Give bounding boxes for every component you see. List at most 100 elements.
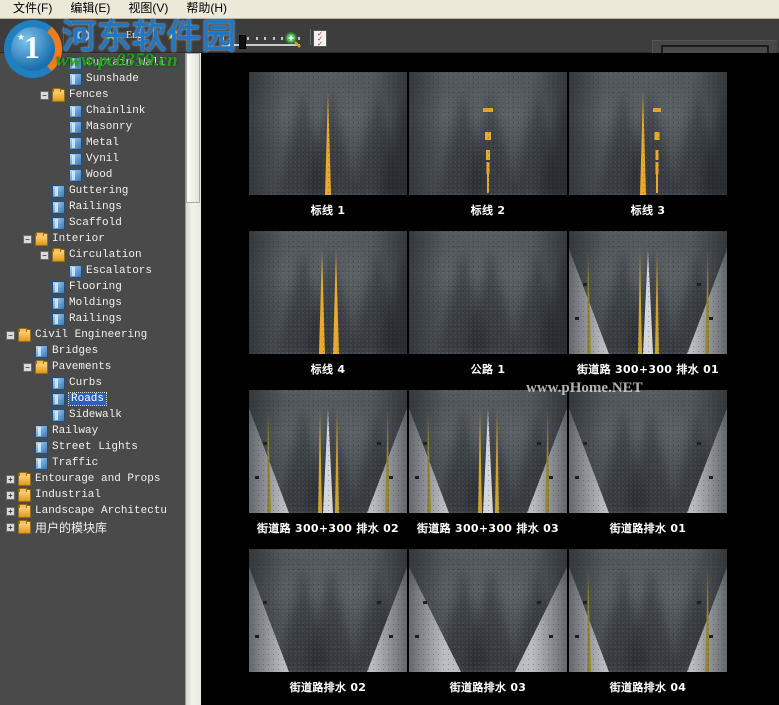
file-icon xyxy=(35,425,48,438)
expand-icon[interactable]: + xyxy=(6,491,15,500)
tree-item-chainlink[interactable]: Chainlink xyxy=(0,103,185,119)
magnifier-plus-icon[interactable] xyxy=(283,31,303,49)
toolbar-separator-3 xyxy=(310,29,311,45)
folder-icon xyxy=(18,473,31,486)
tree-item-scaffold[interactable]: Scaffold xyxy=(0,215,185,231)
content-scrollbar-thumb[interactable] xyxy=(186,53,200,203)
expand-icon[interactable]: + xyxy=(6,523,15,532)
tree-item-vynil[interactable]: Vynil xyxy=(0,151,185,167)
tree-item-label: Railings xyxy=(69,313,126,325)
menu-edit[interactable]: 编辑(E) xyxy=(61,0,119,18)
thumbnail-image-street-median-yellow-edges[interactable] xyxy=(569,231,727,354)
tree-item-traffic[interactable]: Traffic xyxy=(0,455,185,471)
file-icon xyxy=(52,313,65,326)
thumbnail-cell[interactable]: 标线 4 xyxy=(248,231,408,390)
thumbnail-cell[interactable]: 街道路 300+300 排水 03 xyxy=(408,390,568,549)
menu-file[interactable]: 文件(F) xyxy=(4,0,61,18)
thumbnail-image-road-plain[interactable] xyxy=(409,231,567,354)
thumbnail-cell[interactable]: 街道路排水 04 xyxy=(568,549,728,705)
file-icon xyxy=(52,185,65,198)
tree-item-roads[interactable]: Roads xyxy=(0,391,185,407)
thumbnail-label: 街道路排水 04 xyxy=(610,679,687,695)
checklist-icon[interactable]: ✓✓✓ xyxy=(313,30,327,47)
thumbnail-image-street-plain-curbs[interactable] xyxy=(569,390,727,513)
thumbnail-image-street-plain-curbs-wide[interactable] xyxy=(409,549,567,672)
thumbnail-image-road-solid-center[interactable] xyxy=(249,72,407,195)
collapse-icon[interactable]: − xyxy=(23,235,32,244)
thumbnail-label: 街道路排水 02 xyxy=(290,679,367,695)
tree-item-bridges[interactable]: Bridges xyxy=(0,343,185,359)
tree-item-pavements[interactable]: −Pavements xyxy=(0,359,185,375)
file-icon xyxy=(35,441,48,454)
thumbnail-cell[interactable]: 街道路排水 02 xyxy=(248,549,408,705)
tree-item-masonry[interactable]: Masonry xyxy=(0,119,185,135)
file-icon xyxy=(69,153,82,166)
slider-knob[interactable] xyxy=(239,35,246,49)
collapse-icon[interactable]: − xyxy=(23,363,32,372)
tree-item-label: Flooring xyxy=(69,281,126,293)
tree-item-label: Wood xyxy=(86,169,116,181)
thumbnail-label: 标线 2 xyxy=(471,202,506,218)
library-tree[interactable]: Curtain WallSunshade−FencesChainlinkMaso… xyxy=(0,53,185,705)
tree-item-circulation[interactable]: −Circulation xyxy=(0,247,185,263)
collapse-icon[interactable]: − xyxy=(40,251,49,260)
menu-help[interactable]: 帮助(H) xyxy=(177,0,236,18)
settings-icon[interactable] xyxy=(99,24,121,46)
expand-icon[interactable]: + xyxy=(6,475,15,484)
tree-item-sunshade[interactable]: Sunshade xyxy=(0,71,185,87)
tree-item-wood[interactable]: Wood xyxy=(0,167,185,183)
pencil-icon[interactable] xyxy=(162,24,184,46)
thumbnail-image-street-median-yellow-edges[interactable] xyxy=(249,390,407,513)
file-icon xyxy=(69,105,82,118)
thumbnail-image-street-median-yellow-edges[interactable] xyxy=(409,390,567,513)
thumbnail-cell[interactable]: 公路 1 xyxy=(408,231,568,390)
file-icon xyxy=(35,457,48,470)
tree-item-moldings[interactable]: Moldings xyxy=(0,295,185,311)
tree-item-interior[interactable]: −Interior xyxy=(0,231,185,247)
tree-item-label: Landscape Architectu xyxy=(35,505,171,517)
tree-item-civil-engineering[interactable]: −Civil Engineering xyxy=(0,327,185,343)
thumbnail-cell[interactable]: 标线 1 xyxy=(248,72,408,231)
thumbnail-cell[interactable]: 标线 2 xyxy=(408,72,568,231)
open-folder-icon[interactable] xyxy=(33,24,55,46)
tree-item-guttering[interactable]: Guttering xyxy=(0,183,185,199)
thumbnail-cell[interactable]: 标线 3 xyxy=(568,72,728,231)
thumbnail-cell[interactable]: 街道路 300+300 排水 01 xyxy=(568,231,728,390)
tree-item-street-lights[interactable]: Street Lights xyxy=(0,439,185,455)
tree-item-industrial[interactable]: + Industrial xyxy=(0,487,185,503)
collapse-icon[interactable]: − xyxy=(6,331,15,340)
tree-item-[interactable]: +用户的模块库 xyxy=(0,519,185,535)
thumbnail-image-road-solid-dashed[interactable] xyxy=(569,72,727,195)
tree-item-label: Industrial xyxy=(35,489,105,501)
collapse-icon[interactable]: − xyxy=(40,91,49,100)
thumbnail-cell[interactable]: 街道路排水 03 xyxy=(408,549,568,705)
refresh-icon[interactable] xyxy=(72,24,94,46)
thumbnail-image-road-dashed-center[interactable] xyxy=(409,72,567,195)
expand-icon[interactable]: + xyxy=(6,507,15,516)
tree-item-entourage-and-props[interactable]: +Entourage and Props xyxy=(0,471,185,487)
thumbnail-cell[interactable]: 街道路排水 01 xyxy=(568,390,728,549)
new-library-icon[interactable] xyxy=(6,24,28,46)
thumbnail-image-street-yellow-edges[interactable] xyxy=(569,549,727,672)
tree-item-metal[interactable]: Metal xyxy=(0,135,185,151)
tree-item-escalators[interactable]: Escalators xyxy=(0,263,185,279)
tree-item-label: Vynil xyxy=(86,153,123,165)
thumbnail-cell[interactable]: 街道路 300+300 排水 02 xyxy=(248,390,408,549)
file-icon xyxy=(52,217,65,230)
tree-item-railings[interactable]: Railings xyxy=(0,199,185,215)
tree-item-label: Bridges xyxy=(52,345,102,357)
tree-item-fences[interactable]: −Fences xyxy=(0,87,185,103)
toolbar-button-group: Engl xyxy=(6,24,184,46)
tree-item-railings[interactable]: Railings xyxy=(0,311,185,327)
tree-item-curbs[interactable]: Curbs xyxy=(0,375,185,391)
file-icon xyxy=(52,297,65,310)
tree-item-curtain-wall[interactable]: Curtain Wall xyxy=(0,55,185,71)
tree-item-sidewalk[interactable]: Sidewalk xyxy=(0,407,185,423)
tree-item-flooring[interactable]: Flooring xyxy=(0,279,185,295)
thumbnail-label: 街道路排水 01 xyxy=(610,520,687,536)
thumbnail-image-street-plain-curbs[interactable] xyxy=(249,549,407,672)
tree-item-landscape-architectu[interactable]: + Landscape Architectu xyxy=(0,503,185,519)
tree-item-railway[interactable]: Railway xyxy=(0,423,185,439)
thumbnail-image-road-double-solid[interactable] xyxy=(249,231,407,354)
menu-view[interactable]: 视图(V) xyxy=(119,0,177,18)
